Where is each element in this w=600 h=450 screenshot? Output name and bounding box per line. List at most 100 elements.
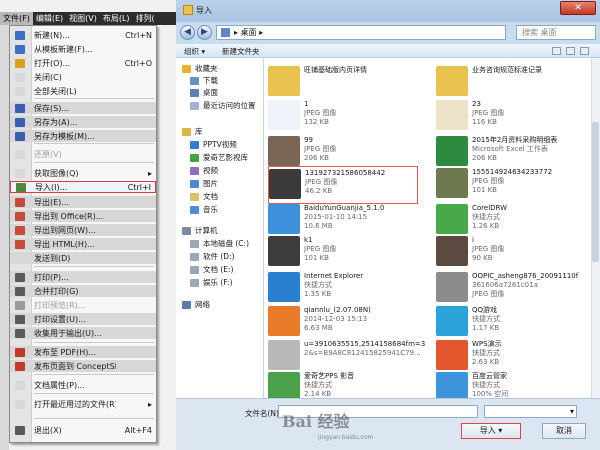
filetype-select[interactable] <box>484 405 577 418</box>
menu-item[interactable]: 获取图像(Q) ▸ <box>10 167 156 179</box>
view-options-icon[interactable] <box>552 47 561 55</box>
menu-item[interactable]: 打印(P)... <box>10 271 156 283</box>
file-item[interactable]: 业务咨询规范标准记录 <box>436 64 586 102</box>
file-item[interactable]: 百度云管家 快捷方式 100% 空间 <box>436 370 586 398</box>
file-thumbnail <box>268 136 300 166</box>
menu-item[interactable]: 导出 HTML(H)... <box>10 238 156 250</box>
file-item[interactable]: Internet Explorer 快捷方式 1.35 KB <box>268 270 418 308</box>
nav-item[interactable]: 计算机 <box>182 225 218 236</box>
nav-item[interactable]: 收藏夹 <box>182 63 218 74</box>
menu-item[interactable]: 导出到 Office(R)... <box>10 210 156 222</box>
file-details: 131927321586058442 JPEG 图像 46.2 KB <box>305 169 385 196</box>
chevron-down-icon[interactable]: ▾ <box>498 426 502 435</box>
menu-item-label: 导出(E)... <box>34 197 69 207</box>
scrollbar-thumb[interactable] <box>592 122 599 262</box>
menu-item[interactable]: 打开最近用过的文件(R) ▸ <box>10 398 156 410</box>
file-meta: 2&s=B9A8C812415825941C79... <box>304 349 421 357</box>
menu-item[interactable]: 打印设置(U)... <box>10 313 156 325</box>
menu-item[interactable]: 收集用于输出(U)... <box>10 327 156 339</box>
nav-item[interactable]: 桌面 <box>190 87 218 98</box>
file-item[interactable]: k1 JPEG 图像 101 KB <box>268 234 418 272</box>
menu-item[interactable]: 文档属性(P)... <box>10 379 156 391</box>
menu-item[interactable]: 发布至 PDF(H)... <box>10 346 156 358</box>
nav-item[interactable]: 软件 (D:) <box>190 251 235 262</box>
nav-item[interactable]: 爱奇艺影视库 <box>190 152 248 163</box>
menu-item-icon <box>15 211 25 221</box>
nav-item[interactable]: 文档 (E:) <box>190 264 234 275</box>
breadcrumb-text: ▸ 桌面 ▸ <box>234 28 264 37</box>
file-item[interactable]: 爱奇艺PPS 影音 快捷方式 2.14 KB <box>268 370 418 398</box>
menu-item[interactable]: 新建(N)... Ctrl+N <box>10 29 156 41</box>
nav-item-icon <box>190 239 199 248</box>
menu-item-icon <box>15 425 25 435</box>
file-item[interactable]: 155514924634233772 JPEG 图像 101 KB <box>436 166 586 204</box>
file-item[interactable]: 1 JPEG 图像 132 KB <box>268 98 418 136</box>
nav-item[interactable]: 文档 <box>190 191 218 202</box>
menu-item[interactable]: 打印预览(R)... <box>10 299 156 311</box>
nav-item-icon <box>190 101 199 110</box>
file-item[interactable]: QQ游戏 快捷方式 1.17 KB <box>436 304 586 342</box>
menu-item[interactable]: 退出(X) Alt+F4 <box>10 424 156 436</box>
dialog-footer: 文件名(N): 导入 ▾ 取消 <box>176 398 600 450</box>
file-meta: 1.35 KB <box>304 290 332 298</box>
menubar-item[interactable]: 编辑(E) <box>33 12 66 25</box>
nav-item[interactable]: 视频 <box>190 165 218 176</box>
menu-item[interactable]: 关闭(C) <box>10 71 156 83</box>
menu-item-label: 全部关闭(L) <box>34 86 77 96</box>
file-details: 1 JPEG 图像 132 KB <box>304 100 336 127</box>
nav-item-label: PPTV视频 <box>203 140 237 149</box>
file-item[interactable]: i JPEG 图像 90 KB <box>436 234 586 272</box>
nav-item[interactable]: 娱乐 (F:) <box>190 277 233 288</box>
import-button[interactable]: 导入 ▾ <box>461 423 521 439</box>
file-item[interactable]: 131927321586058442 JPEG 图像 46.2 KB <box>268 166 418 204</box>
back-icon[interactable]: ◀ <box>180 25 195 40</box>
menu-item-label: 合并打印(G) <box>34 286 79 296</box>
menu-item-icon <box>15 131 25 141</box>
menu-item-label: 从模板新建(F)... <box>34 44 93 54</box>
menubar-item[interactable]: 排列( <box>133 12 158 25</box>
new-folder-button[interactable]: 新建文件夹 <box>222 46 260 57</box>
menu-item[interactable]: 保存(S)... <box>10 102 156 114</box>
menu-item[interactable]: 导出到网页(W)... <box>10 224 156 236</box>
file-thumbnail <box>268 340 300 370</box>
nav-item[interactable]: 库 <box>182 126 203 137</box>
menu-item[interactable]: 全部关闭(L) <box>10 85 156 97</box>
nav-item-icon <box>190 252 199 261</box>
scrollbar[interactable] <box>591 58 600 398</box>
app: 文件(F) 编辑(E) 视图(V) 布局(L) 排列( 新建(N)... Ctrl+N 从模… <box>0 0 600 450</box>
organize-button[interactable]: 组织 ▾ <box>184 46 205 57</box>
preview-pane-icon[interactable] <box>566 47 575 55</box>
menu-item[interactable]: 另存为模板(M)... <box>10 130 156 142</box>
file-item[interactable]: 旺铺基础版内页详情 <box>268 64 418 102</box>
menubar-item[interactable]: 视图(V) <box>66 12 100 25</box>
menu-item[interactable]: 从模板新建(F)... <box>10 43 156 55</box>
menu-item[interactable]: 发布页面到 ConceptShare(I)... <box>10 360 156 372</box>
nav-item[interactable]: 图片 <box>190 178 218 189</box>
help-icon[interactable] <box>580 47 589 55</box>
menubar-item[interactable]: 布局(L) <box>100 12 133 25</box>
forward-icon[interactable]: ▶ <box>197 25 212 40</box>
search-input[interactable]: 搜索 桌面 <box>516 25 596 40</box>
menubar-item[interactable]: 文件(F) <box>0 12 33 25</box>
cancel-button[interactable]: 取消 <box>542 423 586 439</box>
breadcrumb[interactable]: ▸ 桌面 ▸ <box>216 25 506 40</box>
menu-item[interactable]: 还原(V) <box>10 148 156 160</box>
nav-item[interactable]: PPTV视频 <box>190 139 237 150</box>
menu-item[interactable]: 发送到(D) <box>10 252 156 264</box>
nav-item[interactable]: 最近访问的位置 <box>190 100 256 111</box>
nav-item-icon <box>190 88 199 97</box>
menu-item[interactable]: 导出(E)... <box>10 196 156 208</box>
file-item[interactable]: OOPIC_asheng876_20091110f 361606a7261c01a… <box>436 270 586 308</box>
close-button[interactable]: ✕ <box>560 1 596 15</box>
nav-item[interactable]: 本地磁盘 (C:) <box>190 238 249 249</box>
file-item[interactable]: 23 JPEG 图像 116 KB <box>436 98 586 136</box>
menu-item[interactable]: 合并打印(G) <box>10 285 156 297</box>
file-item[interactable]: qiannlu_(2.07.08N) 2014-12-03 15:13 6.63 M… <box>268 304 418 342</box>
menu-item[interactable]: 打开(O)... Ctrl+O <box>10 57 156 69</box>
nav-item[interactable]: 下载 <box>190 75 218 86</box>
nav-item[interactable]: 音乐 <box>190 204 218 215</box>
chevron-right-icon: ▸ <box>147 168 152 178</box>
menu-item[interactable]: 导入(I)... Ctrl+I <box>10 181 156 193</box>
nav-item[interactable]: 网络 <box>182 299 210 310</box>
menu-item[interactable]: 另存为(A)... <box>10 116 156 128</box>
